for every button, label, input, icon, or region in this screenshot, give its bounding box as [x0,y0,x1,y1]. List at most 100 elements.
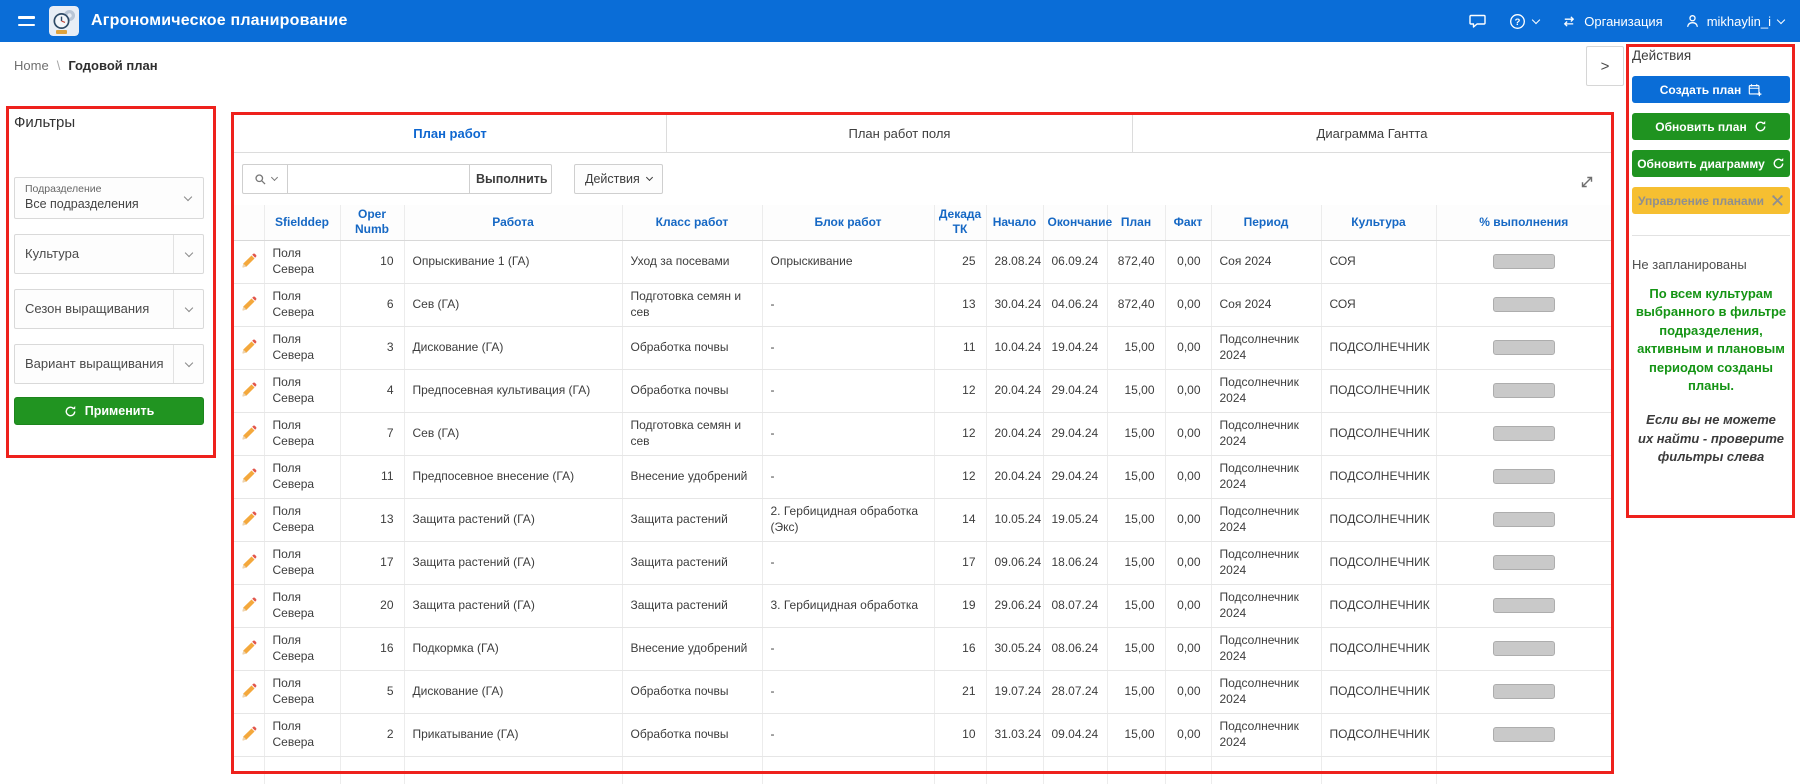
cell-dep: Поля Севера [264,412,340,455]
edit-row-button[interactable] [234,412,264,455]
cell-dep: Поля Севера [264,369,340,412]
cell-fact: 0,00 [1165,498,1211,541]
cell-start: 10.04.24 [986,326,1043,369]
department-select[interactable]: Подразделение Все подразделения [14,177,204,219]
edit-row-button[interactable] [234,541,264,584]
completion-cell [1436,412,1611,455]
refresh-icon [1772,157,1785,170]
cell-fact: 0,00 [1165,369,1211,412]
empty-cell [404,756,622,784]
edit-row-button[interactable] [234,713,264,756]
variant-select[interactable]: Вариант выращивания [14,344,204,384]
col-oper-numb[interactable]: Oper Numb [340,205,404,240]
tab-gantt-diagram[interactable]: Диаграмма Гантта [1133,115,1611,152]
empty-cell [1211,756,1321,784]
col-end[interactable]: Окончание [1043,205,1107,240]
department-select-value: Все подразделения [25,196,173,212]
pencil-icon [240,511,257,528]
cell-cls: Защита растений [622,498,762,541]
tab-field-plan-works[interactable]: План работ поля [667,115,1133,152]
refresh-diagram-button[interactable]: Обновить диаграмму [1632,150,1790,177]
cell-plan: 872,40 [1107,240,1165,283]
culture-select[interactable]: Культура [14,234,204,274]
cell-end: 19.05.24 [1043,498,1107,541]
col-period[interactable]: Период [1211,205,1321,240]
cell-decade: 17 [934,541,986,584]
col-work-block[interactable]: Блок работ [762,205,934,240]
col-plan[interactable]: План [1107,205,1165,240]
edit-row-button[interactable] [234,369,264,412]
col-completion[interactable]: % выполнения [1436,205,1611,240]
switch-organization-button[interactable]: Организация [1561,14,1662,29]
create-plan-button[interactable]: Создать план [1632,76,1790,103]
cell-decade: 19 [934,584,986,627]
cell-culture: ПОДСОЛНЕЧНИК [1321,326,1436,369]
department-select-label: Подразделение [25,183,173,196]
app-logo [49,6,79,36]
col-culture[interactable]: Культура [1321,205,1436,240]
season-select[interactable]: Сезон выращивания [14,289,204,329]
cell-period: Подсолнечник 2024 [1211,584,1321,627]
refresh-plan-button[interactable]: Обновить план [1632,113,1790,140]
tab-plan-works[interactable]: План работ [234,115,667,152]
edit-row-button[interactable] [234,326,264,369]
cell-end: 28.07.24 [1043,670,1107,713]
table-row: Поля Севера5Дискование (ГА)Обработка поч… [234,670,1611,713]
cell-culture: ПОДСОЛНЕЧНИК [1321,713,1436,756]
user-menu-button[interactable]: mikhaylin_i [1685,13,1784,29]
empty-cell [986,756,1043,784]
cell-period: Соя 2024 [1211,240,1321,283]
go-button[interactable]: Выполнить [470,164,552,194]
apply-filters-button[interactable]: Применить [14,397,204,425]
help-icon[interactable]: ? [1509,13,1539,30]
col-work-class[interactable]: Класс работ [622,205,762,240]
cell-culture: ПОДСОЛНЕЧНИК [1321,369,1436,412]
completion-cell [1436,713,1611,756]
cell-block: - [762,670,934,713]
col-edit [234,205,264,240]
edit-row-button[interactable] [234,240,264,283]
cell-oper: 17 [340,541,404,584]
col-work[interactable]: Работа [404,205,622,240]
svg-text:?: ? [1515,16,1521,27]
search-input[interactable] [288,164,470,194]
search-options-button[interactable] [242,164,288,194]
manage-plans-button[interactable]: Управление планами [1632,187,1790,214]
app-title: Агрономическое планирование [91,12,348,30]
cell-decade: 10 [934,713,986,756]
maximize-icon[interactable] [1579,174,1595,193]
edit-row-button[interactable] [234,584,264,627]
col-start[interactable]: Начало [986,205,1043,240]
chevron-down-icon [1532,15,1540,23]
cell-fact: 0,00 [1165,713,1211,756]
cell-cls: Защита растений [622,541,762,584]
cell-cls: Обработка почвы [622,369,762,412]
cell-culture: СОЯ [1321,240,1436,283]
edit-row-button[interactable] [234,627,264,670]
edit-row-button[interactable] [234,283,264,326]
cell-culture: ПОДСОЛНЕЧНИК [1321,670,1436,713]
col-fact[interactable]: Факт [1165,205,1211,240]
app-header: Агрономическое планирование ? Организаци… [0,0,1800,42]
chevron-down-icon [184,358,192,366]
menu-icon[interactable] [16,12,37,30]
cell-oper: 7 [340,412,404,455]
edit-row-button[interactable] [234,498,264,541]
cell-start: 09.06.24 [986,541,1043,584]
cell-oper: 3 [340,326,404,369]
cell-oper: 2 [340,713,404,756]
col-decade[interactable]: Декада ТК [934,205,986,240]
cell-period: Подсолнечник 2024 [1211,369,1321,412]
col-sfielddep[interactable]: Sfielddep [264,205,340,240]
breadcrumb-home[interactable]: Home [14,58,49,73]
cell-oper: 5 [340,670,404,713]
edit-row-button[interactable] [234,670,264,713]
chat-icon[interactable] [1469,13,1487,29]
cell-decade: 21 [934,670,986,713]
tab-bar: План работ План работ поля Диаграмма Ган… [234,115,1611,153]
actions-menu-button[interactable]: Действия [574,164,663,194]
collapse-panel-button[interactable]: > [1586,46,1624,86]
edit-row-button[interactable] [234,455,264,498]
cell-end: 08.07.24 [1043,584,1107,627]
completion-cell [1436,283,1611,326]
